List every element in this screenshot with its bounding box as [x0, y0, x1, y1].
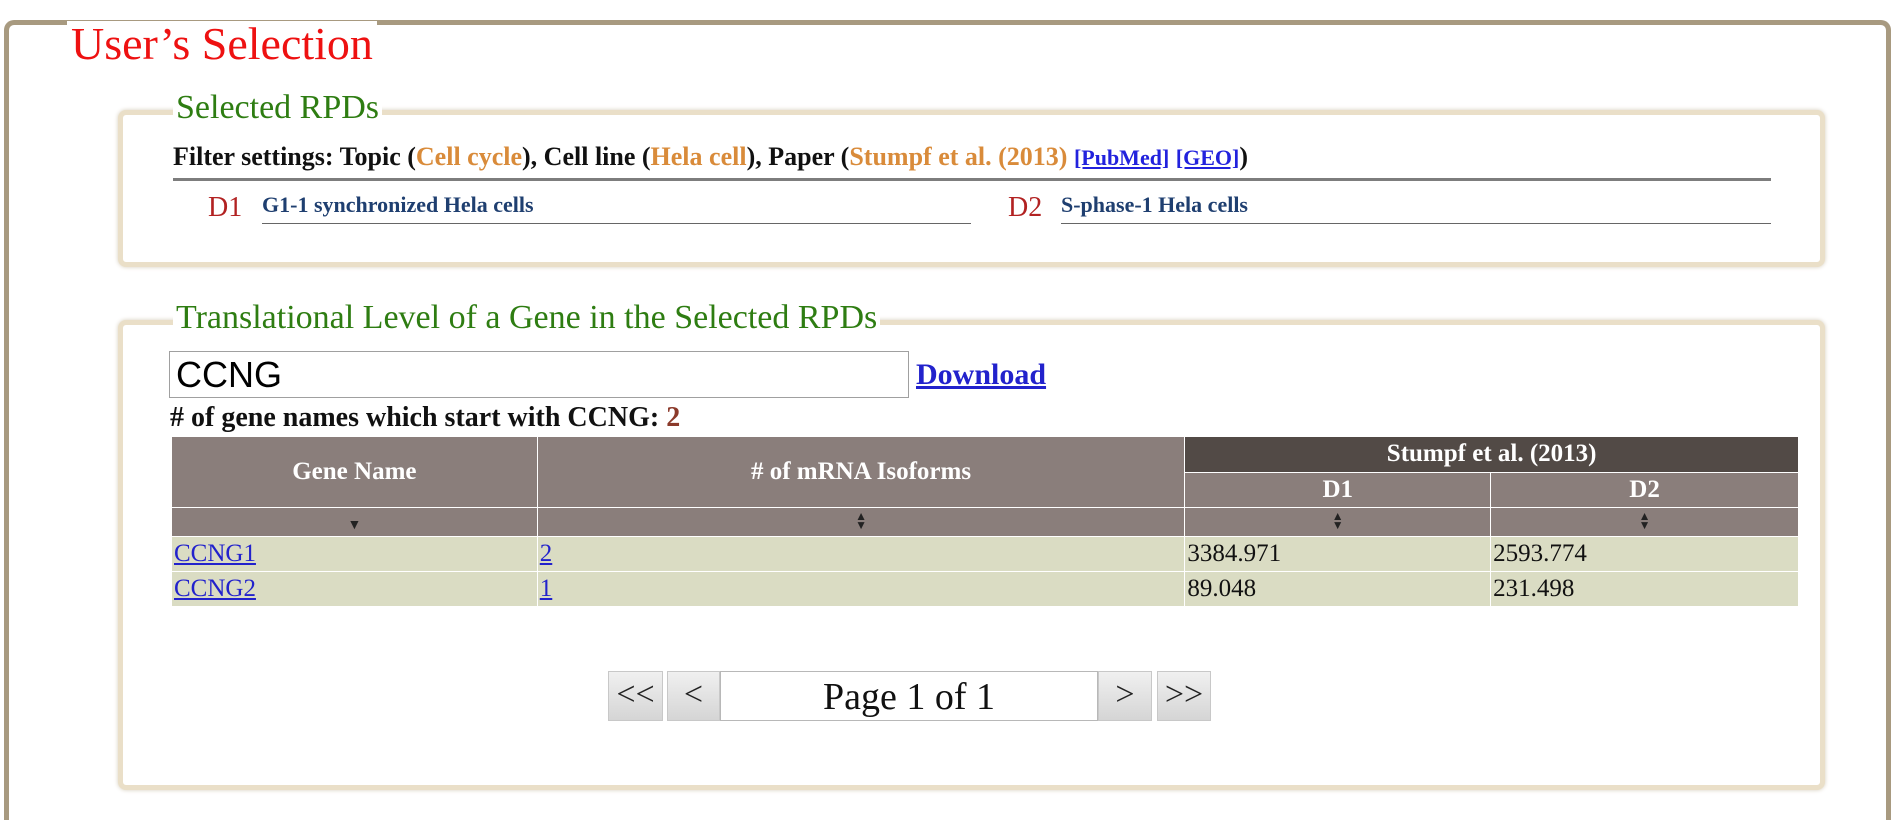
header-paper-group: Stumpf et al. (2013): [1184, 436, 1799, 473]
filter-topic: Cell cycle: [415, 142, 523, 171]
gene-link[interactable]: CCNG2: [174, 575, 256, 602]
sort-d1[interactable]: ▲ ▼: [1184, 507, 1492, 537]
sort-both-icon: ▲ ▼: [1638, 509, 1651, 532]
selected-rpds-panel: Selected RPDs: [118, 90, 1825, 267]
page-display: Page 1 of 1: [720, 671, 1098, 721]
page-title: User’s Selection: [67, 21, 377, 67]
cell-d1: 3384.971: [1184, 536, 1492, 572]
header-d1[interactable]: D1: [1184, 471, 1492, 508]
dataset-d2-name: S-phase-1 Hela cells: [1061, 192, 1248, 217]
gene-count: # of gene names which start with CCNG: 2: [170, 402, 680, 434]
cell-isoforms: 2: [536, 536, 1186, 572]
cell-gene: CCNG1: [171, 536, 538, 572]
isoform-link[interactable]: 1: [540, 575, 553, 602]
header-d2[interactable]: D2: [1490, 471, 1799, 508]
gene-link[interactable]: CCNG1: [174, 540, 256, 567]
sort-gene-name[interactable]: ▼: [171, 507, 538, 537]
table-row: CCNG2 1 89.048 231.498: [171, 571, 1799, 607]
next-page-button[interactable]: >: [1098, 671, 1152, 721]
gene-search-input[interactable]: [169, 351, 909, 398]
cell-d2: 231.498: [1490, 571, 1799, 607]
header-gene-name[interactable]: Gene Name: [171, 436, 538, 508]
sort-both-icon: ▲ ▼: [1331, 509, 1344, 532]
filter-sep-2: ), Paper (: [746, 142, 850, 171]
cell-gene: CCNG2: [171, 571, 538, 607]
filter-suffix: ): [1239, 142, 1248, 171]
prev-page-button[interactable]: <: [667, 671, 720, 721]
filter-divider: [173, 178, 1771, 181]
gene-count-label: # of gene names which start with CCNG:: [170, 402, 667, 433]
filter-settings: Filter settings: Topic (Cell cycle), Cel…: [173, 142, 1248, 172]
cell-isoforms: 1: [536, 571, 1186, 607]
filter-cell-line: Hela cell: [650, 142, 747, 171]
dataset-d1-label: D1: [208, 192, 243, 223]
gene-level-legend: Translational Level of a Gene in the Sel…: [173, 300, 881, 336]
filter-sep-1: ), Cell line (: [522, 142, 651, 171]
gene-table: Gene Name # of mRNA Isoforms Stumpf et a…: [171, 436, 1799, 607]
dataset-d2-underline: [1061, 223, 1771, 224]
sort-desc-icon: ▼: [347, 518, 362, 533]
gene-count-value: 2: [666, 402, 681, 433]
dataset-d1-underline: [262, 223, 971, 224]
geo-link[interactable]: [GEO]: [1176, 145, 1240, 170]
first-page-button[interactable]: <<: [608, 671, 663, 721]
table-row: CCNG1 2 3384.971 2593.774: [171, 536, 1799, 572]
download-link[interactable]: Download: [916, 358, 1046, 392]
filter-paper: Stumpf et al. (2013): [849, 142, 1068, 171]
sort-isoforms[interactable]: ▲ ▼: [536, 507, 1186, 537]
cell-d2: 2593.774: [1490, 536, 1799, 572]
cell-d1: 89.048: [1184, 571, 1492, 607]
isoform-link[interactable]: 2: [540, 540, 553, 567]
filter-prefix: Filter settings: Topic (: [173, 142, 416, 171]
dataset-d1-name: G1-1 synchronized Hela cells: [262, 192, 534, 217]
dataset-d2-label: D2: [1008, 192, 1043, 223]
header-isoforms[interactable]: # of mRNA Isoforms: [536, 436, 1186, 508]
sort-d2[interactable]: ▲ ▼: [1490, 507, 1799, 537]
selected-rpds-legend: Selected RPDs: [173, 90, 383, 126]
pubmed-link[interactable]: [PubMed]: [1074, 145, 1169, 170]
last-page-button[interactable]: >>: [1157, 671, 1211, 721]
sort-both-icon: ▲ ▼: [855, 509, 867, 532]
